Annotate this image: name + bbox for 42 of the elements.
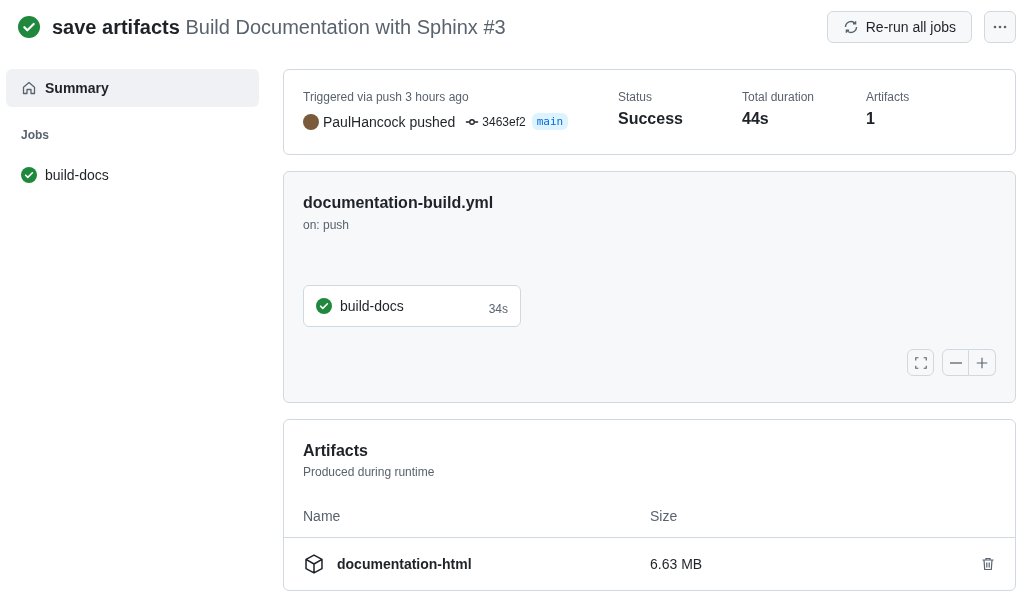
- stat-label: Artifacts: [866, 90, 911, 104]
- jobs-heading: Jobs: [20, 127, 50, 144]
- job-name: build-docs: [340, 298, 405, 314]
- job-nav-item[interactable]: build-docs: [6, 156, 259, 194]
- run-title: save artifacts Build Documentation with Sphinx #3: [52, 15, 506, 39]
- success-check-icon: [21, 167, 37, 183]
- plus-icon: [975, 355, 989, 370]
- job-node[interactable]: build-docs 34s: [303, 285, 521, 327]
- delete-button[interactable]: [980, 556, 996, 572]
- stat-value: 1: [866, 110, 876, 128]
- zoom-in-button[interactable]: [969, 349, 996, 376]
- success-check-icon: [316, 298, 332, 314]
- artifacts-title: Artifacts: [303, 442, 369, 460]
- column-header: Size: [650, 508, 679, 524]
- trigger-text: Triggered via push 3 hours ago: [303, 90, 470, 104]
- zoom-out-button[interactable]: [942, 349, 969, 376]
- stat-value: Success: [618, 110, 684, 128]
- artifact-size: 6.63 MB: [650, 556, 704, 572]
- fullscreen-icon: [913, 355, 928, 370]
- stat-label: Total duration: [742, 90, 816, 104]
- trash-icon: [980, 556, 996, 572]
- minus-icon: [949, 361, 962, 364]
- column-header: Name: [303, 508, 342, 524]
- fullscreen-button[interactable]: [907, 349, 934, 376]
- branch-label[interactable]: main: [531, 113, 569, 130]
- stat-label: Status: [618, 90, 654, 104]
- actor-link[interactable]: PaulHancock pushed: [323, 113, 456, 130]
- package-icon: [303, 553, 325, 575]
- more-options-button[interactable]: [984, 11, 1016, 43]
- sync-icon: [842, 19, 859, 35]
- job-duration: 34s: [488, 302, 508, 316]
- rerun-button[interactable]: Re-run all jobs: [826, 11, 972, 43]
- artifact-link[interactable]: documentation-html: [337, 556, 472, 572]
- home-icon: [21, 80, 37, 96]
- workflow-trigger: on: push: [303, 218, 351, 232]
- stat-value: 44s: [742, 110, 770, 128]
- workflow-file-name: documentation-build.yml: [303, 194, 495, 212]
- summary-nav-item[interactable]: Summary: [6, 69, 259, 107]
- commit-link[interactable]: 3463ef2: [482, 114, 526, 129]
- success-check-icon: [18, 16, 40, 38]
- artifacts-subtitle: Produced during runtime: [303, 465, 436, 479]
- avatar: [303, 113, 319, 130]
